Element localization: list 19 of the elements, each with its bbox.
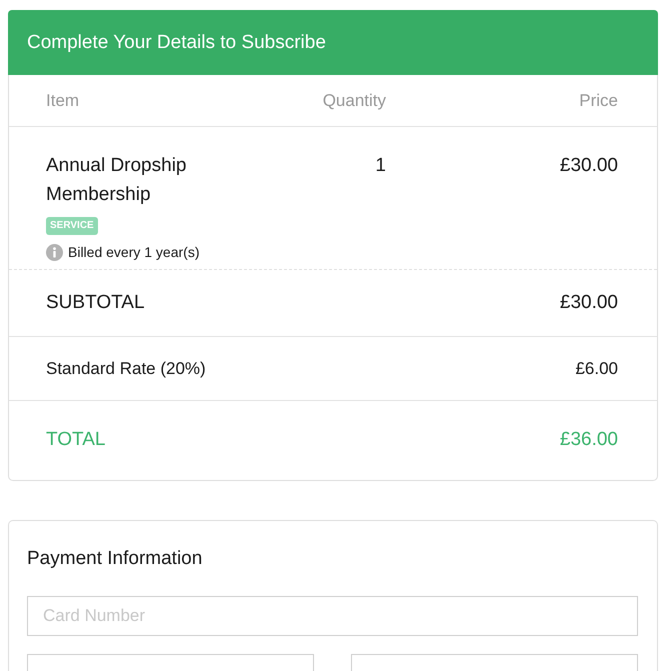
item-name: Annual Dropship Membership [46, 154, 188, 207]
tax-amount: £6.00 [575, 358, 618, 378]
tax-label: Standard Rate (20%) [46, 358, 206, 378]
item-quantity: 1 [374, 154, 386, 178]
column-header: Price [578, 90, 618, 110]
input-field[interactable] [351, 654, 638, 671]
info-icon [46, 244, 63, 260]
subtotal-amount: £30.00 [560, 292, 618, 314]
input-field[interactable] [27, 654, 314, 671]
billing-note: Billed every 1 year(s) [68, 243, 200, 261]
total-label: TOTAL [46, 428, 106, 450]
item-type-tag: SERVICE [46, 217, 98, 235]
total-amount: £36.00 [560, 428, 618, 450]
section-title: Payment Information [27, 547, 204, 571]
header-title: Complete Your Details to Subscribe [27, 32, 326, 54]
item-price: £30.00 [558, 154, 618, 178]
subtotal-label: SUBTOTAL [46, 292, 145, 314]
column-header: Item [46, 90, 80, 110]
column-header: Quantity [322, 90, 386, 110]
